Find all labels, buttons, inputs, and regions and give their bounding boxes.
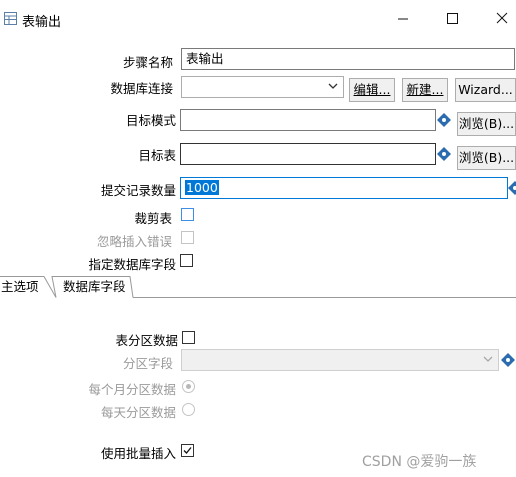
use-batch-insert-label: 使用批量插入 xyxy=(100,446,176,461)
ignore-insert-errors-label: 忽略插入错误 xyxy=(96,234,172,249)
new-connection-button[interactable]: 新建... xyxy=(402,78,448,102)
window-title: 表输出 xyxy=(22,15,62,30)
partition-data-label: 表分区数据 xyxy=(115,333,178,348)
chevron-down-icon xyxy=(483,356,493,362)
maximize-button[interactable] xyxy=(437,6,467,30)
table-output-icon xyxy=(4,12,17,25)
variable-icon[interactable] xyxy=(507,180,516,196)
specify-db-fields-checkbox[interactable] xyxy=(180,254,193,267)
checkmark-icon xyxy=(183,447,192,454)
commit-size-input[interactable]: 1000 xyxy=(180,177,508,199)
target-table-label: 目标表 xyxy=(138,148,176,163)
step-name-label: 步骤名称 xyxy=(122,55,173,70)
truncate-table-checkbox[interactable] xyxy=(181,208,194,221)
truncate-table-label: 裁剪表 xyxy=(134,211,172,226)
partition-data-checkbox[interactable] xyxy=(182,331,195,344)
variable-icon[interactable] xyxy=(436,146,452,162)
partition-daily-label: 每天分区数据 xyxy=(100,405,176,420)
partition-daily-radio[interactable] xyxy=(182,403,195,416)
partition-monthly-radio[interactable] xyxy=(182,380,195,393)
maximize-icon xyxy=(447,13,458,24)
chevron-down-icon xyxy=(328,83,338,89)
minimize-button[interactable] xyxy=(388,6,418,30)
edit-connection-button[interactable]: 编辑... xyxy=(349,78,395,102)
target-schema-input[interactable] xyxy=(180,109,436,131)
partition-field-label: 分区字段 xyxy=(122,356,173,371)
variable-icon[interactable] xyxy=(500,352,516,368)
browse-schema-button[interactable]: 浏览(B)... xyxy=(457,112,516,136)
tab-main-options[interactable]: 主选项 xyxy=(1,277,39,297)
variable-icon[interactable] xyxy=(436,112,452,128)
close-icon xyxy=(496,12,508,24)
partition-monthly-label: 每个月分区数据 xyxy=(88,382,176,397)
partition-field-select[interactable] xyxy=(181,349,499,371)
tab-database-fields[interactable]: 数据库字段 xyxy=(63,277,126,297)
browse-table-button[interactable]: 浏览(B)... xyxy=(457,146,516,170)
watermark-text: CSDN @爱驹一族 xyxy=(362,454,477,470)
title-bar: 表输出 xyxy=(0,0,516,38)
connection-label: 数据库连接 xyxy=(110,81,173,96)
target-schema-label: 目标模式 xyxy=(125,113,176,128)
close-button[interactable] xyxy=(487,6,516,30)
commit-size-label: 提交记录数量 xyxy=(100,183,176,198)
connection-select[interactable] xyxy=(181,76,344,98)
step-name-input[interactable]: 表输出 xyxy=(181,48,515,70)
wizard-button[interactable]: Wizard... xyxy=(455,78,516,102)
ignore-insert-errors-checkbox[interactable] xyxy=(181,231,194,244)
commit-size-value: 1000 xyxy=(185,180,219,195)
use-batch-insert-checkbox[interactable] xyxy=(181,444,194,457)
specify-db-fields-label: 指定数据库字段 xyxy=(88,257,176,272)
minimize-icon xyxy=(398,18,408,20)
target-table-input[interactable] xyxy=(180,143,436,165)
